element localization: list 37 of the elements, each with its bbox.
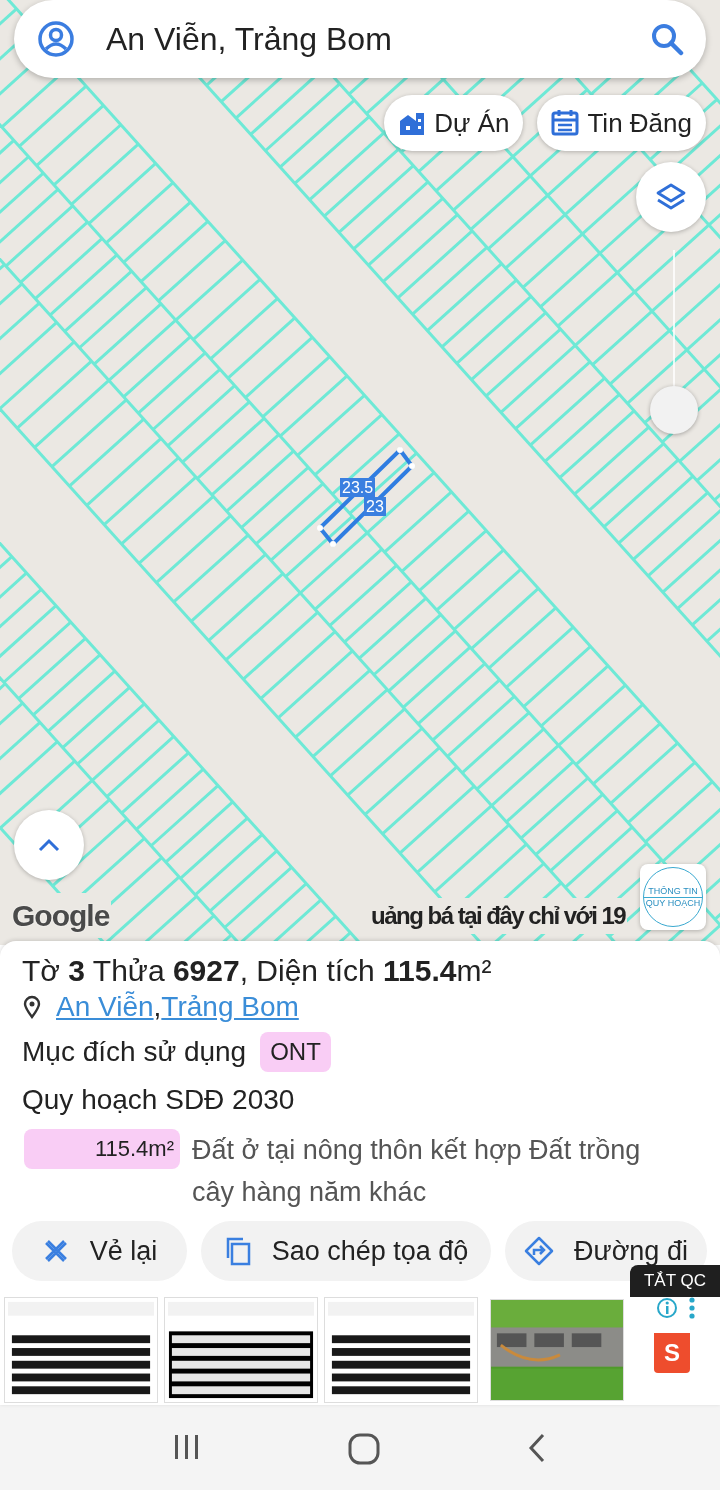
zoom-thumb[interactable]: [650, 386, 698, 434]
home-icon[interactable]: [348, 1433, 380, 1465]
account-icon[interactable]: [36, 19, 76, 59]
ad-ticker-text: uảng bá tại đây chỉ với 19: [369, 898, 628, 934]
badge-text: THÔNG TIN: [644, 885, 702, 898]
redraw-button[interactable]: Vẻ lại: [12, 1221, 187, 1281]
directions-icon: [524, 1236, 555, 1266]
copy-button[interactable]: Sao chép tọa độ: [201, 1221, 491, 1281]
search-icon[interactable]: [650, 22, 684, 56]
badge-text: QUY HOẠCH: [645, 897, 701, 909]
area-bar: 115.4m²: [24, 1129, 180, 1169]
search-text: An Viễn, Trảng Bom: [106, 20, 393, 59]
map-logo: Google: [10, 893, 112, 938]
purpose-label: Mục đích sử dụng: [22, 1035, 247, 1069]
dimension-label: 23: [364, 497, 386, 516]
search-field[interactable]: An Viễn, Trảng Bom: [14, 0, 706, 78]
project-button[interactable]: Dự Án: [384, 95, 524, 151]
separator-text: ,: [153, 990, 162, 1024]
chevron-up-icon: [38, 838, 60, 852]
zoom-slider[interactable]: [650, 250, 698, 434]
location-pin-icon: [22, 995, 42, 1019]
shop-bag-logo[interactable]: S: [654, 1333, 690, 1373]
listing-button[interactable]: Tin Đăng: [537, 95, 706, 151]
dimension-label: 23.5: [340, 478, 376, 497]
layers-button[interactable]: [636, 162, 706, 232]
calendar-icon: [551, 109, 580, 137]
parcel-title: Tờ 3 Thửa 6927, Diện tích 115.4m²: [22, 953, 493, 989]
location-link[interactable]: An Viễn: [56, 989, 154, 1025]
info-icon[interactable]: [656, 1297, 678, 1319]
back-icon[interactable]: [526, 1433, 547, 1463]
plan-title: Quy hoạch SDĐ 2030: [22, 1083, 296, 1117]
close-ads-button[interactable]: TẮT QC: [629, 1265, 720, 1297]
location-link[interactable]: Trảng Bom: [161, 989, 299, 1025]
plan-description: Đất ở tại nông thôn kết hợp Đất trồng cây hàng năm khác: [192, 1134, 642, 1209]
land-use-tag: ONT: [260, 1032, 331, 1072]
planning-info-button[interactable]: THÔNG TIN QUY HOẠCH: [640, 864, 706, 930]
more-icon[interactable]: [689, 1297, 695, 1319]
